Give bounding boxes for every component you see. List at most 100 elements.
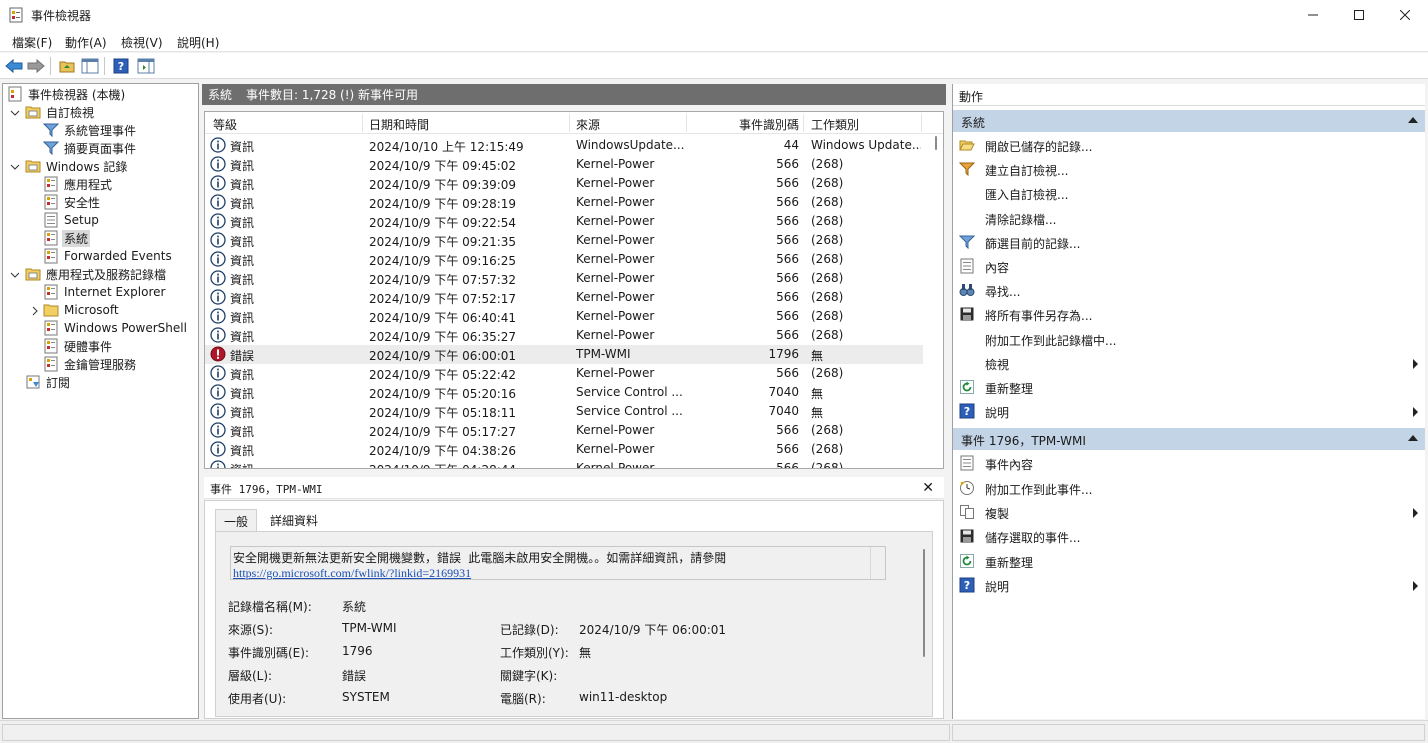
menu-file[interactable]: 檔案(F): [12, 34, 52, 51]
chevron-down-icon[interactable]: [10, 108, 20, 118]
minimize-button[interactable]: [1290, 0, 1336, 30]
table-row[interactable]: 資訊 2024/10/9 下午 09:21:35 Kernel-Power 566 (2…: [205, 231, 923, 250]
tree-node-windows-logs[interactable]: Windows 記錄: [25, 157, 129, 175]
detail-scrollbar[interactable]: [923, 549, 925, 657]
table-row[interactable]: 資訊 2024/10/9 下午 05:18:11 Service Control .…: [205, 402, 923, 421]
close-icon[interactable]: ✕: [922, 480, 934, 496]
cell-task-category: (268): [811, 157, 844, 171]
table-row[interactable]: 資訊 2024/10/9 下午 06:40:41 Kernel-Power 566 (2…: [205, 307, 923, 326]
table-row[interactable]: 資訊 2024/10/9 下午 09:45:02 Kernel-Power 566 (2…: [205, 155, 923, 174]
table-row[interactable]: 資訊 2024/10/9 下午 09:22:54 Kernel-Power 566 (2…: [205, 212, 923, 231]
tree-node-security[interactable]: 安全性: [43, 193, 102, 211]
tree-node-key-management-service[interactable]: 金鑰管理服務: [43, 355, 138, 373]
action-item[interactable]: 附加工作到此事件...: [953, 477, 1425, 499]
table-row[interactable]: 資訊 2024/10/9 下午 09:16:25 Kernel-Power 566 (2…: [205, 250, 923, 269]
help-button[interactable]: ?: [111, 56, 131, 76]
action-item[interactable]: 建立自訂檢視...: [953, 158, 1425, 180]
table-row[interactable]: 資訊 2024/10/9 下午 06:35:27 Kernel-Power 566 (2…: [205, 326, 923, 345]
table-row[interactable]: 資訊 2024/10/9 下午 05:17:27 Kernel-Power 566 (2…: [205, 421, 923, 440]
action-item[interactable]: ? 說明: [953, 574, 1425, 596]
event-description[interactable]: 安全開機更新無法更新安全開機變數，錯誤 此電腦未啟用安全開機。。如需詳細資訊，請…: [230, 546, 886, 580]
tree-node-application[interactable]: 應用程式: [43, 175, 114, 193]
close-button[interactable]: [1382, 0, 1428, 30]
action-item[interactable]: 內容: [953, 255, 1425, 277]
tab-details[interactable]: 詳細資料: [262, 509, 326, 531]
value-source: TPM-WMI: [342, 621, 397, 635]
cell-event-id: 566: [776, 442, 799, 456]
forward-button[interactable]: [26, 56, 46, 76]
action-item[interactable]: 篩選目前的記錄...: [953, 231, 1425, 253]
collapse-arrow-icon[interactable]: [1408, 117, 1418, 123]
table-row[interactable]: 資訊 2024/10/10 上午 12:15:49 WindowsUpdate...…: [205, 136, 923, 155]
log-icon: [44, 320, 58, 336]
column-header-date[interactable]: 日期和時間: [369, 116, 429, 133]
action-item[interactable]: 儲存選取的事件...: [953, 525, 1425, 547]
action-item[interactable]: 附加工作到此記錄檔中...: [953, 328, 1425, 350]
table-row[interactable]: 資訊 2024/10/9 下午 07:57:32 Kernel-Power 566 (2…: [205, 269, 923, 288]
tree-node-custom-views[interactable]: 自訂檢視: [25, 103, 96, 121]
tree-node-summary-events[interactable]: 摘要頁面事件: [43, 139, 138, 157]
column-header-level[interactable]: 等級: [213, 116, 237, 133]
actions-section-header[interactable]: 系統: [953, 110, 1425, 132]
show-hide-console-tree-button[interactable]: [80, 56, 100, 76]
show-hide-action-pane-button[interactable]: [136, 56, 156, 76]
action-item[interactable]: 尋找...: [953, 279, 1425, 301]
action-item[interactable]: 重新整理: [953, 550, 1425, 572]
collapse-arrow-icon[interactable]: [1408, 435, 1418, 442]
column-header-event-id[interactable]: 事件識別碼: [693, 116, 799, 133]
tree-node-subscriptions[interactable]: 訂閱: [25, 373, 72, 391]
action-item[interactable]: 將所有事件另存為...: [953, 303, 1425, 325]
chevron-down-icon[interactable]: [10, 270, 20, 280]
event-list-scrollbar[interactable]: [935, 136, 937, 150]
cell-source: Kernel-Power: [576, 252, 655, 266]
table-row[interactable]: 資訊 2024/10/9 下午 07:52:17 Kernel-Power 566 (2…: [205, 288, 923, 307]
table-row[interactable]: 資訊 2024/10/9 下午 04:28:44 Kernel-Power 566 (2…: [205, 459, 923, 468]
maximize-button[interactable]: [1336, 0, 1382, 30]
action-item[interactable]: 匯入自訂檢視...: [953, 182, 1425, 204]
event-list[interactable]: 等級 日期和時間 來源 事件識別碼 工作類別 資訊 2024/10/10 上午 1…: [204, 111, 944, 469]
tree-node-admin-events[interactable]: 系統管理事件: [43, 121, 138, 139]
table-row[interactable]: 資訊 2024/10/9 下午 05:20:16 Service Control .…: [205, 383, 923, 402]
actions-section-header[interactable]: 事件 1796，TPM-WMI: [953, 428, 1425, 451]
tree-node-internet-explorer[interactable]: Internet Explorer: [43, 283, 167, 301]
description-link[interactable]: https://go.microsoft.com/fwlink/?linkid=…: [233, 566, 471, 581]
menu-help[interactable]: 說明(H): [177, 34, 219, 51]
tree-node-root[interactable]: 事件檢視器 (本機): [7, 85, 127, 103]
log-icon: [44, 248, 58, 264]
tree-node-system[interactable]: 系統: [43, 229, 91, 247]
table-row[interactable]: 資訊 2024/10/9 下午 09:39:09 Kernel-Power 566 (2…: [205, 174, 923, 193]
table-row[interactable]: 資訊 2024/10/9 下午 04:38:26 Kernel-Power 566 (2…: [205, 440, 923, 459]
cell-task-category: (268): [811, 290, 844, 304]
action-item[interactable]: 清除記錄檔...: [953, 207, 1425, 229]
chevron-down-icon[interactable]: [10, 162, 20, 172]
tree-node-hardware-events[interactable]: 硬體事件: [43, 337, 114, 355]
action-item[interactable]: 事件內容: [953, 452, 1425, 474]
action-label: 事件內容: [985, 458, 1034, 473]
cell-date: 2024/10/9 下午 09:39:09: [369, 178, 517, 192]
table-row[interactable]: 資訊 2024/10/9 下午 09:28:19 Kernel-Power 566 (2…: [205, 193, 923, 212]
action-item[interactable]: 重新整理: [953, 376, 1425, 398]
action-item[interactable]: 檢視: [953, 352, 1425, 374]
action-item[interactable]: 開啟已儲存的記錄...: [953, 134, 1425, 156]
up-folder-button[interactable]: [57, 56, 77, 76]
chevron-right-icon[interactable]: [30, 306, 40, 316]
tab-general[interactable]: 一般: [215, 509, 258, 531]
value-level: 錯誤: [342, 669, 367, 683]
console-tree[interactable]: 事件檢視器 (本機) 自訂檢視 系統管理事件 摘要頁面事件 Windows 記錄…: [2, 83, 199, 719]
filter-icon: [959, 235, 975, 250]
menu-action[interactable]: 動作(A): [65, 34, 107, 51]
action-item[interactable]: ? 說明: [953, 400, 1425, 422]
table-row[interactable]: 資訊 2024/10/9 下午 05:22:42 Kernel-Power 566 (2…: [205, 364, 923, 383]
menu-view[interactable]: 檢視(V): [121, 34, 163, 51]
column-header-task-category[interactable]: 工作類別: [811, 116, 859, 133]
tree-node-setup[interactable]: Setup: [43, 211, 101, 229]
info-icon: [210, 289, 226, 305]
tree-node-microsoft[interactable]: Microsoft: [43, 301, 121, 319]
tree-node-apps-services-logs[interactable]: 應用程式及服務記錄檔: [25, 265, 168, 283]
tree-node-forwarded-events[interactable]: Forwarded Events: [43, 247, 174, 265]
table-row[interactable]: 錯誤 2024/10/9 下午 06:00:01 TPM-WMI 1796 無: [205, 345, 923, 364]
tree-node-windows-powershell[interactable]: Windows PowerShell: [43, 319, 189, 337]
column-header-source[interactable]: 來源: [576, 116, 600, 133]
back-button[interactable]: [4, 56, 24, 76]
action-item[interactable]: 複製: [953, 501, 1425, 523]
